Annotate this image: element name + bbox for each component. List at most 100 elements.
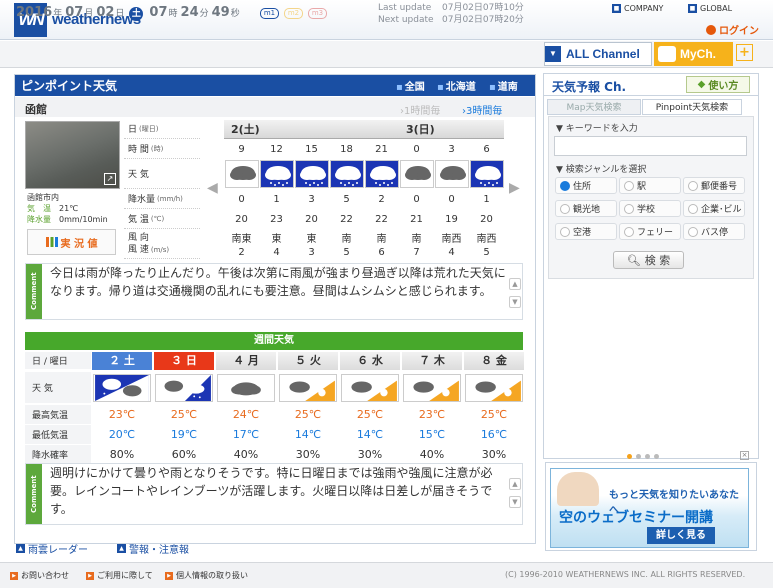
genre-option[interactable]: フェリー — [619, 223, 681, 240]
tab-pinpoint-search[interactable]: Pinpoint天気検索 — [642, 99, 742, 115]
hour-temp: 22 — [375, 214, 388, 225]
weekly-pop: 80% — [109, 448, 135, 461]
hour-wind-dir: 南 — [341, 234, 352, 245]
hour-wind-dir: 南西 — [476, 234, 497, 245]
region-all-link[interactable]: 全国 — [396, 78, 425, 93]
prev-arrow-icon[interactable]: ◀ — [207, 180, 218, 196]
chart-icon — [45, 237, 58, 247]
company-link[interactable]: ■ COMPANY — [612, 2, 663, 14]
privacy-link[interactable]: ▶ 個人情報の取り扱い — [165, 570, 248, 581]
genre-option[interactable]: バス停 — [683, 223, 745, 240]
genre-option-label: フェリー — [637, 228, 674, 238]
arrow-icon: ▶ — [165, 571, 173, 580]
genre-option[interactable]: 郵便番号 — [683, 177, 745, 194]
triangle-icon: ▲ — [117, 544, 126, 553]
live-camera-image[interactable]: ↗ — [25, 121, 120, 189]
genre-label: ▼ 検索ジャンルを選択 — [556, 165, 647, 175]
radio-icon — [560, 226, 570, 237]
hour-wind-speed: 7 — [413, 247, 420, 258]
weekly-label-day: 日 / 曜日 — [25, 352, 91, 370]
genre-option-label: 駅 — [637, 182, 647, 192]
weekly-pop: 60% — [171, 448, 197, 461]
weekly-day: ２ 土 — [92, 352, 152, 370]
m3-toggle[interactable]: m3 — [308, 8, 327, 19]
observation-button[interactable]: 実 況 値 — [27, 229, 116, 255]
radar-link[interactable]: ▲ 雨雲レーダー — [16, 541, 88, 556]
comment-tab: Comment — [26, 464, 42, 524]
m1-toggle[interactable]: m1 — [260, 8, 279, 19]
login-link[interactable]: ログイン — [706, 22, 759, 37]
howto-button[interactable]: ◆ 使い方 — [686, 76, 750, 93]
global-link[interactable]: ■ GLOBAL — [688, 2, 732, 14]
weekly-high: 25℃ — [480, 408, 508, 421]
close-icon[interactable]: × — [740, 451, 749, 460]
next-arrow-icon[interactable]: ▶ — [509, 180, 520, 196]
radio-icon — [688, 203, 698, 214]
keyword-input[interactable] — [554, 136, 747, 156]
hour-time: 6 — [483, 144, 490, 155]
weekly-pop: 30% — [481, 448, 507, 461]
hour-wind-dir: 東 — [306, 234, 317, 245]
row-label-day: 日 (曜日) — [124, 119, 200, 139]
weekly-label-pop: 降水確率 — [25, 445, 91, 465]
genre-option[interactable]: 企業･ビル — [683, 200, 745, 217]
genre-option[interactable]: 住所 — [555, 177, 617, 194]
arrow-icon: ▶ — [10, 571, 18, 580]
genre-option[interactable]: 駅 — [619, 177, 681, 194]
company-label: COMPANY — [624, 3, 664, 13]
carousel-dot[interactable] — [654, 454, 659, 459]
weather-icon-rain — [260, 160, 294, 188]
scroll-up-icon[interactable]: ▲ — [509, 478, 521, 490]
row-label-wind: 風 向風 速 (m/s) — [124, 229, 200, 259]
scroll-up-icon[interactable]: ▲ — [509, 278, 521, 290]
hour-wind-dir: 南西 — [441, 234, 462, 245]
carousel-dot[interactable] — [636, 454, 641, 459]
weekly-label-high: 最高気温 — [25, 405, 91, 425]
expand-icon[interactable]: ↗ — [104, 173, 116, 185]
comment-box-weekly: Comment 週明けにかけて曇りや雨となりそうです。特に日曜日までは強雨や強風… — [25, 463, 523, 525]
genre-option[interactable]: 学校 — [619, 200, 681, 217]
search-button[interactable]: 🔍︎ 検 索 — [613, 251, 684, 269]
radio-icon — [624, 203, 634, 214]
hour-wind-speed: 2 — [238, 247, 245, 258]
weather-icon-cloud-rain — [155, 374, 213, 402]
contact-link[interactable]: ▶ お問い合わせ — [10, 570, 69, 581]
weather-icon-rain — [295, 160, 329, 188]
my-channel-button[interactable]: MyCh. — [654, 42, 733, 66]
radio-icon — [624, 180, 634, 191]
weekly-day: ３ 日 — [154, 352, 214, 370]
weather-icon-cloud-sun — [465, 374, 523, 402]
add-channel-button[interactable]: + — [736, 44, 753, 61]
row-label-time: 時 間 (時) — [124, 139, 200, 159]
row-label-precip: 降水量 (mm/h) — [124, 189, 200, 209]
carousel-dot[interactable] — [627, 454, 632, 459]
weekly-day: ５ 火 — [278, 352, 338, 370]
m2-toggle[interactable]: m2 — [284, 8, 303, 19]
camera-place: 函館市内 — [27, 193, 59, 202]
seminar-banner[interactable]: もっと天気を知りたいあなたへ 空のウェブセミナー開講 詳しく見る — [550, 468, 749, 548]
scroll-down-icon[interactable]: ▼ — [509, 496, 521, 508]
weekly-day: ７ 木 — [402, 352, 462, 370]
hour-precip: 0 — [448, 194, 455, 205]
weekly-label-low: 最低気温 — [25, 425, 91, 445]
genre-option[interactable]: 空港 — [555, 223, 617, 240]
hour-wind-speed: 4 — [273, 247, 280, 258]
all-channel-button[interactable]: ▼ ALL Channel — [544, 42, 652, 66]
hourly-3h-button[interactable]: ›3時間毎 — [462, 102, 502, 117]
banner-button[interactable]: 詳しく見る — [647, 527, 715, 544]
region-donan-link[interactable]: 道南 — [489, 78, 518, 93]
weekly-header: 週間天気 — [25, 332, 523, 350]
carousel-dot[interactable] — [645, 454, 650, 459]
hour-precip: 1 — [273, 194, 280, 205]
weather-icon-rain — [330, 160, 364, 188]
warning-link[interactable]: ▲ 警報・注意報 — [117, 541, 189, 556]
camera-observation: 函館市内 気 温 21℃ 降水量 0mm/10min — [27, 193, 108, 224]
scroll-down-icon[interactable]: ▼ — [509, 296, 521, 308]
region-hokkaido-link[interactable]: 北海道 — [437, 78, 476, 93]
genre-option-label: 企業･ビル — [701, 205, 742, 215]
terms-link[interactable]: ▶ ご利用に際して — [86, 570, 153, 581]
city-row — [15, 97, 535, 117]
genre-option[interactable]: 観光地 — [555, 200, 617, 217]
hourly-1h-button[interactable]: ›1時間毎 — [400, 102, 440, 117]
tab-map-search[interactable]: Map天気検索 — [547, 99, 641, 115]
